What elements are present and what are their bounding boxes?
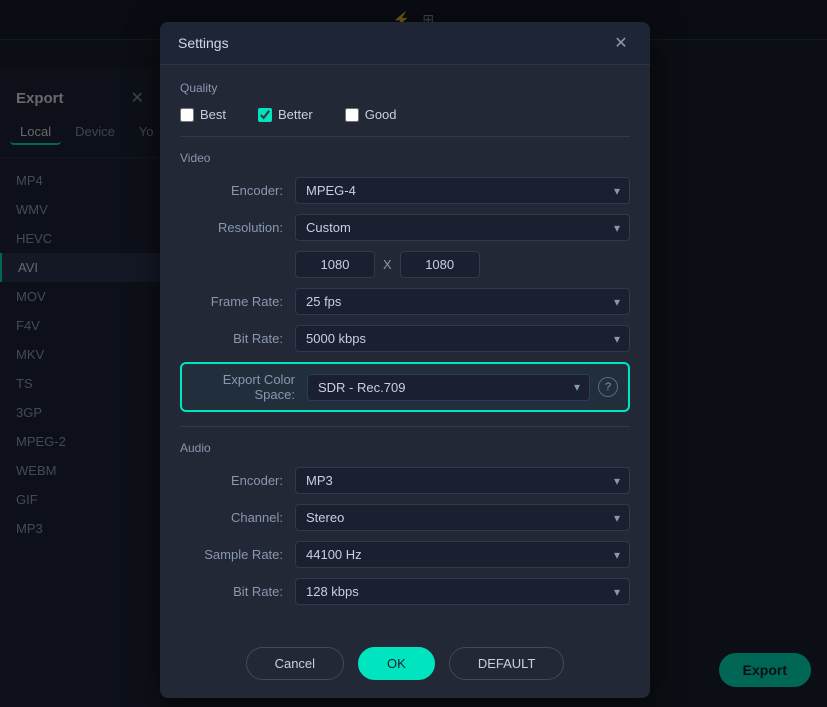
quality-best-checkbox[interactable] [180, 108, 194, 122]
resolution-x-separator: X [383, 257, 392, 272]
audio-channel-select[interactable]: Stereo Mono [295, 504, 630, 531]
audio-channel-select-wrapper: Stereo Mono [295, 504, 630, 531]
quality-row: Best Better Good [180, 107, 630, 122]
dialog-close-button[interactable]: ✕ [610, 32, 632, 54]
colorspace-help-icon[interactable]: ? [598, 377, 618, 397]
dialog-body: Quality Best Better Good Video Encoder: [160, 65, 650, 635]
audio-divider [180, 426, 630, 427]
audio-channel-label: Channel: [180, 510, 295, 525]
dialog-footer: Cancel OK DEFAULT [160, 635, 650, 698]
audio-bitrate-select-wrapper: 128 kbps 192 kbps 256 kbps 320 kbps [295, 578, 630, 605]
video-encoder-select-wrapper: MPEG-4 H.264 H.265 [295, 177, 630, 204]
video-resolution-label: Resolution: [180, 220, 295, 235]
audio-samplerate-row: Sample Rate: 44100 Hz 48000 Hz 22050 Hz [180, 541, 630, 568]
audio-bitrate-label: Bit Rate: [180, 584, 295, 599]
video-framerate-label: Frame Rate: [180, 294, 295, 309]
export-colorspace-select[interactable]: SDR - Rec.709 HDR - Rec.2020 SDR - sRGB [307, 374, 590, 401]
export-colorspace-label: Export Color Space: [192, 372, 307, 402]
resolution-width-input[interactable]: 1080 [295, 251, 375, 278]
video-framerate-select[interactable]: 25 fps 30 fps 60 fps [295, 288, 630, 315]
video-encoder-label: Encoder: [180, 183, 295, 198]
video-bitrate-select[interactable]: 5000 kbps 8000 kbps 10000 kbps [295, 325, 630, 352]
export-color-space-row: Export Color Space: SDR - Rec.709 HDR - … [180, 362, 630, 412]
video-framerate-row: Frame Rate: 25 fps 30 fps 60 fps [180, 288, 630, 315]
audio-bitrate-select[interactable]: 128 kbps 192 kbps 256 kbps 320 kbps [295, 578, 630, 605]
quality-section-label: Quality [180, 81, 630, 95]
video-section-label: Video [180, 151, 630, 165]
cancel-button[interactable]: Cancel [246, 647, 344, 680]
audio-bitrate-row: Bit Rate: 128 kbps 192 kbps 256 kbps 320… [180, 578, 630, 605]
video-bitrate-select-wrapper: 5000 kbps 8000 kbps 10000 kbps [295, 325, 630, 352]
video-encoder-select[interactable]: MPEG-4 H.264 H.265 [295, 177, 630, 204]
audio-channel-row: Channel: Stereo Mono [180, 504, 630, 531]
dialog-header: Settings ✕ [160, 22, 650, 65]
audio-samplerate-select-wrapper: 44100 Hz 48000 Hz 22050 Hz [295, 541, 630, 568]
video-bitrate-row: Bit Rate: 5000 kbps 8000 kbps 10000 kbps [180, 325, 630, 352]
quality-better-label: Better [278, 107, 313, 122]
audio-encoder-select[interactable]: MP3 AAC WAV [295, 467, 630, 494]
video-resolution-select[interactable]: Custom 1920x1080 1280x720 [295, 214, 630, 241]
video-framerate-select-wrapper: 25 fps 30 fps 60 fps [295, 288, 630, 315]
audio-samplerate-select[interactable]: 44100 Hz 48000 Hz 22050 Hz [295, 541, 630, 568]
quality-better-option[interactable]: Better [258, 107, 313, 122]
ok-button[interactable]: OK [358, 647, 435, 680]
video-encoder-row: Encoder: MPEG-4 H.264 H.265 [180, 177, 630, 204]
settings-dialog: Settings ✕ Quality Best Better Good Vide… [160, 22, 650, 698]
audio-encoder-row: Encoder: MP3 AAC WAV [180, 467, 630, 494]
quality-divider [180, 136, 630, 137]
audio-encoder-label: Encoder: [180, 473, 295, 488]
resolution-height-input[interactable]: 1080 [400, 251, 480, 278]
audio-samplerate-label: Sample Rate: [180, 547, 295, 562]
audio-encoder-select-wrapper: MP3 AAC WAV [295, 467, 630, 494]
video-resolution-row: Resolution: Custom 1920x1080 1280x720 [180, 214, 630, 241]
quality-good-option[interactable]: Good [345, 107, 397, 122]
video-bitrate-label: Bit Rate: [180, 331, 295, 346]
resolution-dimensions-row: 1080 X 1080 [295, 251, 630, 278]
export-colorspace-select-wrapper: SDR - Rec.709 HDR - Rec.2020 SDR - sRGB [307, 374, 590, 401]
video-resolution-select-wrapper: Custom 1920x1080 1280x720 [295, 214, 630, 241]
quality-better-checkbox[interactable] [258, 108, 272, 122]
dialog-title: Settings [178, 35, 229, 51]
audio-section-label: Audio [180, 441, 630, 455]
quality-best-label: Best [200, 107, 226, 122]
default-button[interactable]: DEFAULT [449, 647, 565, 680]
quality-good-checkbox[interactable] [345, 108, 359, 122]
quality-best-option[interactable]: Best [180, 107, 226, 122]
quality-good-label: Good [365, 107, 397, 122]
